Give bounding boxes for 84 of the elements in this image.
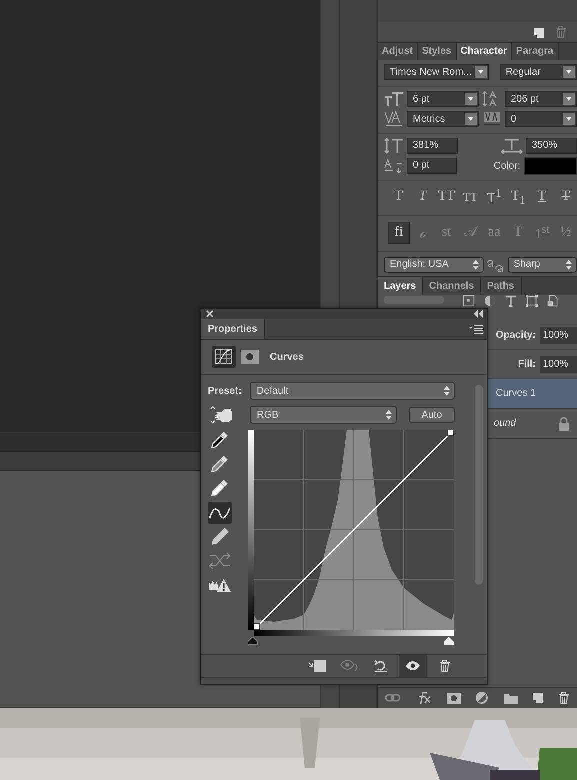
- color-swatch[interactable]: [524, 157, 577, 175]
- mask-icon[interactable]: [241, 350, 259, 364]
- vertical-scale-icon: [384, 138, 404, 154]
- type-style-button[interactable]: T: [412, 189, 434, 206]
- clip-icon: [308, 660, 326, 672]
- reset-icon: [374, 660, 388, 672]
- vertical-scale-field[interactable]: 381%: [407, 138, 458, 154]
- font-size-dropdown[interactable]: 6 pt: [407, 91, 479, 108]
- preset-label: Preset:: [208, 386, 242, 396]
- type-style-button[interactable]: T$^{1}$: [484, 187, 506, 208]
- curve-point[interactable]: [448, 430, 454, 436]
- eye-arrow-icon: [340, 660, 358, 672]
- new-item-icon[interactable]: [533, 27, 545, 39]
- caret-icon: [563, 93, 575, 106]
- panel-tab[interactable]: Adjust: [378, 43, 418, 60]
- leading-dropdown[interactable]: 206 pt: [505, 91, 577, 108]
- language-dropdown[interactable]: English: USA: [384, 256, 484, 273]
- type-filter-icon[interactable]: [505, 295, 517, 307]
- caret-icon: [563, 113, 575, 126]
- shape-filter-icon[interactable]: [526, 295, 538, 307]
- type-style-button[interactable]: TT: [460, 190, 482, 205]
- font-style-dropdown[interactable]: Regular: [500, 64, 577, 80]
- horizontal-scale-field[interactable]: 350%: [526, 138, 577, 154]
- auto-button[interactable]: Auto: [409, 407, 455, 423]
- caret-icon: [563, 66, 575, 78]
- tracking-icon: [482, 111, 502, 128]
- adjustment-icon[interactable]: [475, 691, 490, 705]
- color-label: Color:: [494, 160, 521, 172]
- curve-tool-icon[interactable]: [208, 502, 232, 524]
- opacity-label: Opacity:: [496, 330, 536, 340]
- image-filter-icon[interactable]: [463, 295, 475, 307]
- type-style-button[interactable]: TT: [436, 189, 458, 206]
- eye-icon: [405, 661, 421, 671]
- adjustment-name: Curves: [270, 352, 304, 362]
- close-icon[interactable]: [206, 310, 214, 318]
- type-style-button[interactable]: T: [555, 189, 577, 206]
- panel-tab[interactable]: Layers: [378, 277, 424, 295]
- horizontal-scale-icon: [501, 138, 523, 154]
- trash-icon[interactable]: [558, 692, 570, 704]
- panel-tab[interactable]: Styles: [418, 43, 457, 60]
- mask-icon[interactable]: [447, 692, 462, 704]
- stepper-icon: [566, 260, 572, 270]
- font-size-icon: [384, 91, 404, 108]
- panel-tab[interactable]: Paths: [481, 277, 522, 295]
- panel-menu-icon[interactable]: [469, 324, 483, 334]
- anti-alias-icon: [486, 258, 505, 272]
- preset-dropdown[interactable]: Default: [250, 382, 455, 400]
- stepper-icon: [386, 410, 392, 420]
- channel-dropdown[interactable]: RGB: [250, 406, 397, 424]
- opentype-button[interactable]: fi: [388, 222, 410, 244]
- kerning-dropdown[interactable]: Metrics: [407, 111, 479, 128]
- tracking-dropdown[interactable]: 0: [505, 111, 577, 128]
- caret-icon: [465, 113, 477, 126]
- stepper-icon: [472, 260, 479, 270]
- new-layer-icon[interactable]: [532, 692, 544, 704]
- adjustment-filter-icon[interactable]: [484, 295, 496, 307]
- resize-grip[interactable]: [201, 677, 487, 684]
- folder-icon[interactable]: [504, 692, 518, 704]
- visibility-button[interactable]: [399, 655, 427, 677]
- link-icon[interactable]: [385, 693, 402, 703]
- caret-icon: [465, 93, 477, 106]
- panel-tab[interactable]: Channels: [423, 277, 482, 295]
- baseline-shift-field[interactable]: 0 pt: [407, 158, 457, 174]
- kerning-icon: [384, 111, 404, 128]
- font-family-dropdown[interactable]: Times New Rom...: [384, 64, 489, 80]
- hand-icon[interactable]: [208, 406, 234, 424]
- curves-icon[interactable]: [212, 346, 236, 368]
- layer-name: Curves 1: [496, 388, 536, 399]
- fill-field[interactable]: 100%: [540, 356, 577, 372]
- panel-tab[interactable]: Character: [456, 43, 512, 60]
- type-style-button[interactable]: T: [531, 189, 554, 206]
- type-style-button[interactable]: T: [388, 189, 410, 206]
- stepper-icon: [444, 386, 450, 396]
- panel-tab[interactable]: Properties: [201, 319, 266, 339]
- trash-icon: [439, 660, 451, 672]
- baseline-shift-icon: [384, 158, 404, 174]
- layer-name: ound: [494, 418, 516, 429]
- caret-icon: [474, 66, 487, 78]
- anti-alias-dropdown[interactable]: Sharp: [508, 256, 577, 273]
- opacity-field[interactable]: 100%: [540, 326, 577, 344]
- panel-tab[interactable]: Paragra: [512, 43, 559, 60]
- smart-object-filter-icon[interactable]: [547, 295, 559, 307]
- type-style-button[interactable]: T$_{1}$: [507, 188, 530, 206]
- fill-label: Fill:: [518, 358, 536, 370]
